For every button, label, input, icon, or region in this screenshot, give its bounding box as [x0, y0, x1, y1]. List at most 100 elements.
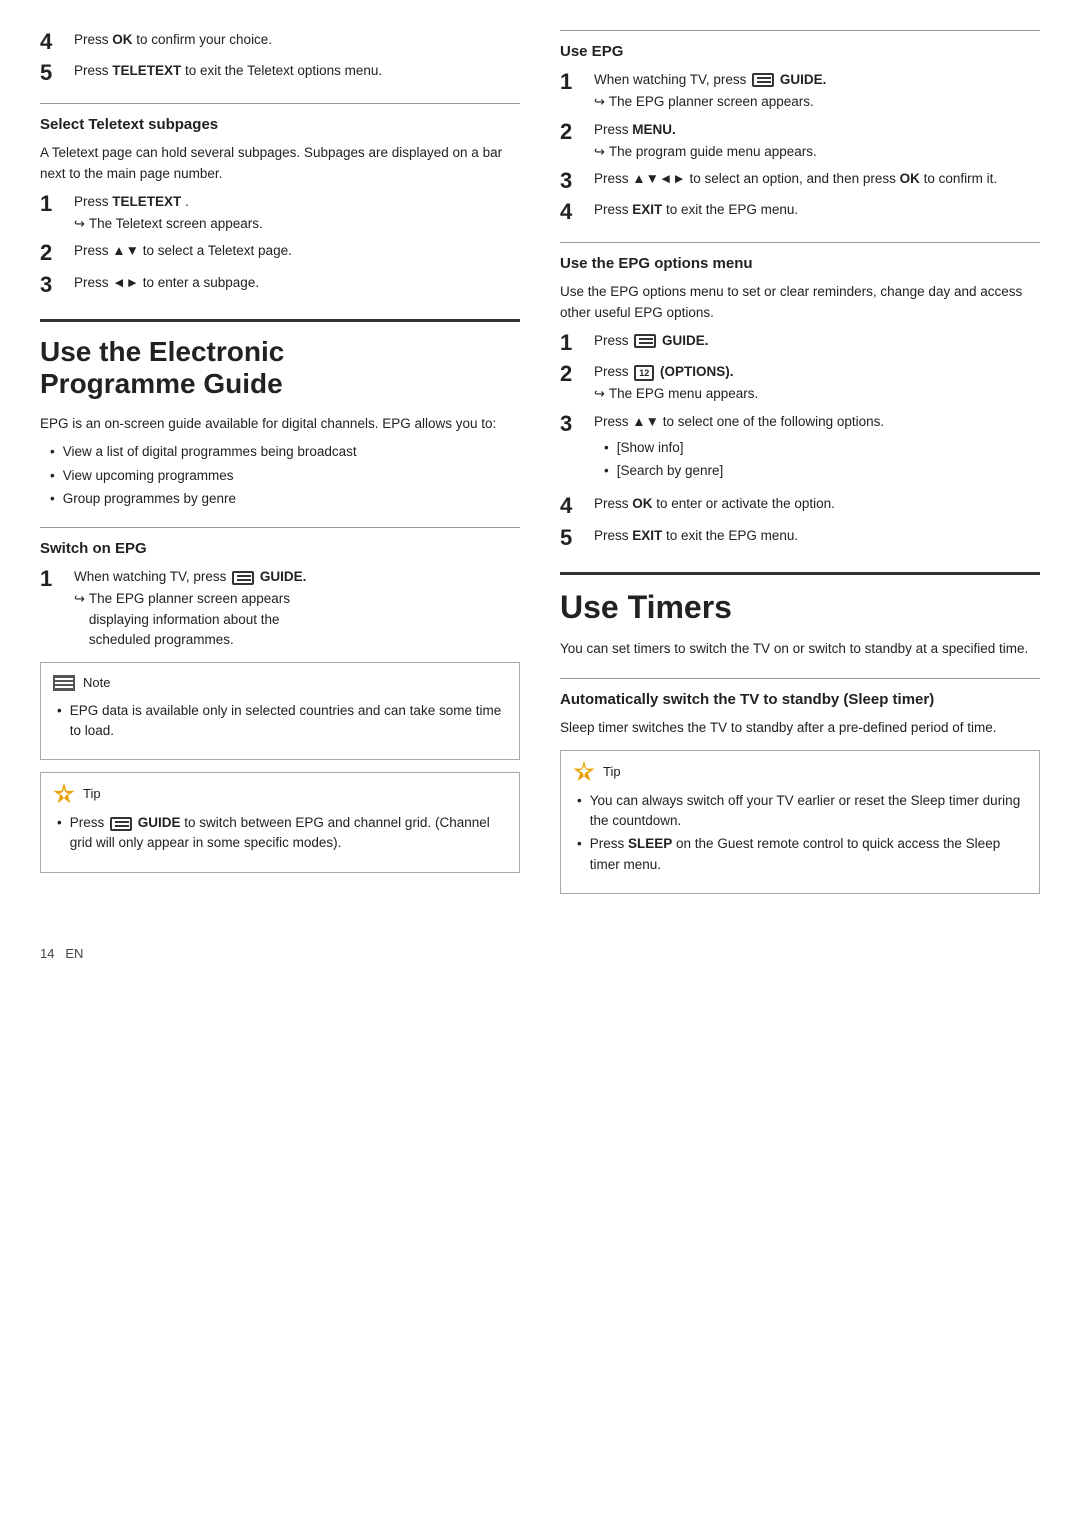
note-icon	[53, 675, 75, 691]
r-step-2-arrow: ↪ The program guide menu appears.	[594, 142, 817, 162]
epg-intro: EPG is an on-screen guide available for …	[40, 414, 520, 434]
sub-step-1-arrow: ↪ The Teletext screen appears.	[74, 214, 263, 234]
select-subpages-title: Select Teletext subpages	[40, 116, 520, 133]
r-step-4-content: Press EXIT to exit the EPG menu.	[594, 200, 798, 220]
right-top-rule	[560, 30, 1040, 31]
sleep-bold: SLEEP	[628, 836, 672, 851]
opt-guide-icon	[634, 334, 656, 348]
opt-step-2-content: Press 12 (OPTIONS). ↪ The EPG menu appea…	[594, 362, 758, 405]
arrow-symbol: ↪	[74, 214, 85, 234]
epg-big-title: Use the Electronic Programme Guide	[40, 336, 520, 400]
opt-step-4-num: 4	[560, 494, 588, 518]
right-column: Use EPG 1 When watching TV, press GUIDE.…	[560, 30, 1040, 906]
sub-step-2-number: 2	[40, 241, 68, 265]
section-divider-2	[40, 527, 520, 528]
opt-sub-bullets: [Show info] [Search by genre]	[604, 438, 884, 482]
timers-intro: You can set timers to switch the TV on o…	[560, 639, 1040, 659]
sub-step-1-arrow-text: The Teletext screen appears.	[89, 214, 263, 234]
step-5: 5 Press TELETEXT to exit the Teletext op…	[40, 61, 520, 85]
opt-bullet-1: [Show info]	[604, 438, 884, 458]
r-step-2: 2 Press MENU. ↪ The program guide menu a…	[560, 120, 1040, 163]
use-epg-title: Use EPG	[560, 43, 1040, 60]
step-5-content: Press TELETEXT to exit the Teletext opti…	[74, 61, 382, 81]
r-step-4-num: 4	[560, 200, 588, 224]
step-5-bold: TELETEXT	[112, 63, 181, 78]
r-step-2-num: 2	[560, 120, 588, 144]
sleep-tip-bullet-1: You can always switch off your TV earlie…	[577, 791, 1027, 832]
sub-step-2: 2 Press ▲▼ to select a Teletext page.	[40, 241, 520, 265]
r-step-3: 3 Press ▲▼◄► to select an option, and th…	[560, 169, 1040, 193]
opt-step-2-arrow: ↪ The EPG menu appears.	[594, 384, 758, 404]
tip-bullet-list: Press GUIDE to switch between EPG and ch…	[57, 813, 507, 854]
opt-step-4-content: Press OK to enter or activate the option…	[594, 494, 835, 514]
opt-step-4: 4 Press OK to enter or activate the opti…	[560, 494, 1040, 518]
r-step-3-num: 3	[560, 169, 588, 193]
sleep-tip-icon: ✦	[573, 761, 595, 783]
r-guide-icon-1	[752, 73, 774, 87]
sleep-tip-bullet-2: Press SLEEP on the Guest remote control …	[577, 834, 1027, 875]
opt-step-3-content: Press ▲▼ to select one of the following …	[594, 412, 884, 488]
tip-bullet-1: Press GUIDE to switch between EPG and ch…	[57, 813, 507, 854]
switch-step-1: 1 When watching TV, press GUIDE. ↪ The E…	[40, 567, 520, 650]
switch-step-1-bold: GUIDE.	[260, 569, 307, 584]
tip-header: ✦ Tip	[53, 783, 507, 805]
section-divider-1	[40, 103, 520, 104]
opt-step-3-num: 3	[560, 412, 588, 436]
page-number: 14	[40, 946, 54, 961]
r-step-4: 4 Press EXIT to exit the EPG menu.	[560, 200, 1040, 224]
thick-divider-epg	[40, 319, 520, 322]
epg-bullet-list: View a list of digital programmes being …	[50, 442, 520, 509]
sleep-title: Automatically switch the TV to standby (…	[560, 691, 1040, 708]
epg-options-title: Use the EPG options menu	[560, 255, 1040, 272]
epg-title-line2: Programme Guide	[40, 368, 283, 399]
sleep-tip-header: ✦ Tip	[573, 761, 1027, 783]
options-icon: 12	[634, 365, 654, 381]
sleep-tip-box: ✦ Tip You can always switch off your TV …	[560, 750, 1040, 894]
opt-step-5: 5 Press EXIT to exit the EPG menu.	[560, 526, 1040, 550]
sub-step-3-content: Press ◄► to enter a subpage.	[74, 273, 259, 293]
page-lang: EN	[65, 946, 83, 961]
note-header: Note	[53, 673, 507, 693]
opt-step-2-num: 2	[560, 362, 588, 386]
opt-step-1: 1 Press GUIDE.	[560, 331, 1040, 355]
tip-rest: to switch between EPG and channel grid. …	[70, 815, 490, 850]
tip-guide-icon	[110, 817, 132, 831]
opt-step-5-num: 5	[560, 526, 588, 550]
switch-on-epg-title: Switch on EPG	[40, 540, 520, 557]
epg-title-line1: Use the Electronic	[40, 336, 284, 367]
r-step-1: 1 When watching TV, press GUIDE. ↪ The E…	[560, 70, 1040, 113]
r-step-1-num: 1	[560, 70, 588, 94]
sleep-section-rule	[560, 678, 1040, 679]
epg-bullet-1: View a list of digital programmes being …	[50, 442, 520, 462]
note-label: Note	[83, 673, 110, 693]
sub-step-1: 1 Press TELETEXT . ↪ The Teletext screen…	[40, 192, 520, 235]
r-step-3-content: Press ▲▼◄► to select an option, and then…	[594, 169, 997, 189]
sub-step-3: 3 Press ◄► to enter a subpage.	[40, 273, 520, 297]
step-4-number: 4	[40, 30, 68, 54]
switch-step-1-number: 1	[40, 567, 68, 591]
r-step-1-arrow: ↪ The EPG planner screen appears.	[594, 92, 826, 112]
opt-step-5-content: Press EXIT to exit the EPG menu.	[594, 526, 798, 546]
step-4-content: Press OK to confirm your choice.	[74, 30, 272, 50]
switch-arrow-text-1: The EPG planner screen appears displayin…	[89, 589, 290, 650]
timers-big-title: Use Timers	[560, 589, 1040, 626]
note-box: Note EPG data is available only in selec…	[40, 662, 520, 760]
epg-bullet-2: View upcoming programmes	[50, 466, 520, 486]
left-column: 4 Press OK to confirm your choice. 5 Pre…	[40, 30, 520, 906]
epg-bullet-3: Group programmes by genre	[50, 489, 520, 509]
step-4-rest: to confirm your choice.	[133, 32, 273, 47]
opt-step-2: 2 Press 12 (OPTIONS). ↪ The EPG menu app…	[560, 362, 1040, 405]
r-step-1-content: When watching TV, press GUIDE. ↪ The EPG…	[594, 70, 826, 113]
guide-icon	[232, 571, 254, 585]
sub-step-2-content: Press ▲▼ to select a Teletext page.	[74, 241, 292, 261]
tip-label: Tip	[83, 784, 101, 804]
note-bullet-list: EPG data is available only in selected c…	[57, 701, 507, 742]
step-4-bold: OK	[112, 32, 132, 47]
tip-bold: GUIDE	[138, 815, 181, 830]
step-5-number: 5	[40, 61, 68, 85]
opt-step-1-content: Press GUIDE.	[594, 331, 709, 351]
sub-step-1-bold: TELETEXT	[112, 194, 181, 209]
opt-bullet-2: [Search by genre]	[604, 461, 884, 481]
step-4: 4 Press OK to confirm your choice.	[40, 30, 520, 54]
sleep-para: Sleep timer switches the TV to standby a…	[560, 718, 1040, 738]
